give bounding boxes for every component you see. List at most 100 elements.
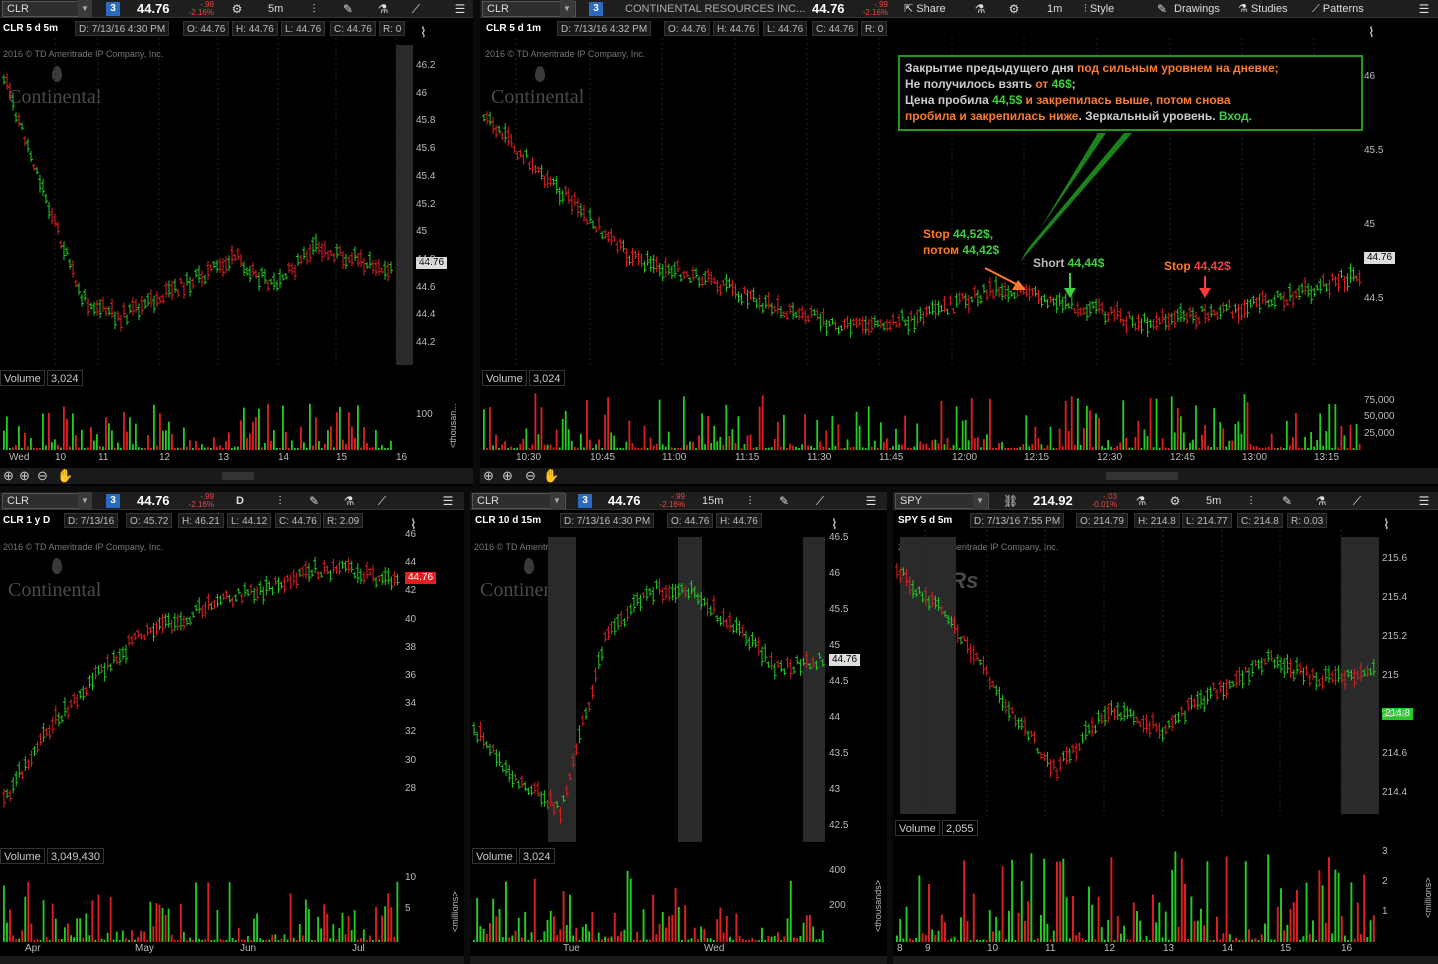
scrollbar-thumb[interactable] <box>1106 472 1178 480</box>
menu-icon[interactable]: ☰ <box>1416 492 1432 510</box>
symbol-dropdown-icon[interactable]: ▼ <box>973 492 987 510</box>
zoom-in-icon[interactable]: ⊕ <box>19 468 30 484</box>
link-group-icon[interactable]: 3 <box>578 494 592 508</box>
volume-bar <box>908 938 911 942</box>
flask-icon[interactable]: ⚗ <box>1133 492 1149 510</box>
scroll-bar[interactable] <box>0 956 464 964</box>
candle <box>923 586 928 606</box>
volume-bar <box>1046 923 1049 942</box>
scroll-bar[interactable]: ⊕ ⊕ ⊖ ✋ <box>480 468 1438 484</box>
symbol-dropdown-icon[interactable]: ▼ <box>550 492 564 510</box>
candle <box>172 613 177 631</box>
zoom-area-icon[interactable]: ⌇ <box>1383 516 1390 533</box>
pencil-icon[interactable]: ✎ <box>340 0 356 18</box>
volume-tick: 400 <box>829 865 846 876</box>
volume-bar <box>795 446 797 450</box>
volume-bar <box>1241 939 1244 942</box>
candle <box>310 569 315 577</box>
volume-bar <box>713 939 715 942</box>
style-icon[interactable]: ⫶ <box>306 0 322 18</box>
volume-bar <box>144 447 146 450</box>
zoom-out-icon[interactable]: ⊖ <box>37 468 48 484</box>
volume-bar <box>1001 866 1004 942</box>
symbol-dropdown-icon[interactable]: ▼ <box>78 492 92 510</box>
candle <box>340 560 345 569</box>
candle <box>383 567 388 586</box>
pencil-icon[interactable]: ✎ <box>1279 492 1295 510</box>
menu-icon[interactable]: ☰ <box>440 492 456 510</box>
scroll-bar[interactable] <box>470 956 887 964</box>
patterns-icon[interactable]: ⟋ <box>408 0 424 18</box>
scroll-bar[interactable]: ⊕ ⊕ ⊖ ✋ <box>0 468 473 484</box>
volume-tick: 50,000 <box>1364 411 1395 422</box>
candle <box>131 297 135 316</box>
volume-bar <box>1158 902 1161 942</box>
menu-icon[interactable]: ☰ <box>452 0 468 18</box>
patterns-icon[interactable]: ⟋ <box>374 492 390 510</box>
volume-bar <box>964 420 967 450</box>
candle <box>532 782 537 794</box>
candle <box>927 595 931 611</box>
zoom-out-icon[interactable]: ⊖ <box>525 468 536 484</box>
gear-icon[interactable]: ⚙ <box>1167 492 1183 510</box>
zoom-in-icon[interactable]: ⊕ <box>502 468 513 484</box>
zoom-in-icon[interactable]: ⊕ <box>483 468 494 484</box>
volume-bar <box>362 929 365 942</box>
info-low: L: 44.12 <box>227 513 272 528</box>
candle <box>491 744 496 754</box>
x-tick-label: 16 <box>396 452 408 463</box>
candle <box>1355 670 1360 681</box>
volume-bar <box>1017 912 1020 942</box>
menu-icon[interactable]: ☰ <box>863 492 879 510</box>
candle <box>552 801 556 816</box>
pencil-icon[interactable]: ✎ <box>776 492 792 510</box>
zoom-in-icon[interactable]: ⊕ <box>3 468 14 484</box>
volume-bar <box>912 939 914 942</box>
style-icon[interactable]: ⫶ <box>1243 492 1259 510</box>
volume-bar <box>240 939 243 942</box>
volume-bar <box>146 939 149 942</box>
timeframe-button[interactable]: 15m <box>702 492 723 510</box>
volume-bar <box>387 447 389 450</box>
candle <box>251 262 255 277</box>
volume-bar <box>564 410 567 450</box>
gear-icon[interactable]: ⚙ <box>228 0 246 18</box>
link-group-icon[interactable]: 3 <box>106 2 120 16</box>
volume-bar <box>597 932 600 942</box>
volume-bar <box>126 431 128 450</box>
timeframe-button[interactable]: 5m <box>268 0 283 18</box>
volume-label: Volume <box>472 848 517 864</box>
hand-icon[interactable]: ✋ <box>543 468 559 484</box>
x-tick-label: 14 <box>278 452 290 463</box>
volume-bar <box>661 912 664 942</box>
candle <box>313 556 318 573</box>
patterns-icon[interactable]: ⟋ <box>1349 492 1365 510</box>
volume-bar <box>75 435 77 450</box>
candle <box>249 583 254 595</box>
pencil-icon[interactable]: ✎ <box>306 492 322 510</box>
y-tick-label: 44.2 <box>416 337 436 348</box>
symbol-dropdown-icon[interactable]: ▼ <box>78 0 92 18</box>
scrollbar-thumb[interactable] <box>222 472 254 480</box>
flask-icon[interactable]: ⚗ <box>1313 492 1329 510</box>
zoom-area-icon[interactable]: ⌇ <box>831 516 838 533</box>
candle <box>478 721 483 742</box>
timeframe-button[interactable]: 5m <box>1206 492 1221 510</box>
zoom-area-icon[interactable]: ⌇ <box>420 24 427 41</box>
hand-icon[interactable]: ✋ <box>57 468 73 484</box>
patterns-icon[interactable]: ⟋ <box>812 492 828 510</box>
style-icon[interactable]: ⫶ <box>742 492 758 510</box>
flask-icon[interactable]: ⚗ <box>375 0 391 18</box>
candle <box>368 567 372 576</box>
style-icon[interactable]: ⫶ <box>272 492 288 510</box>
volume-tick: 5 <box>405 903 411 914</box>
volume-bar <box>1299 939 1302 942</box>
link-icon[interactable]: ⛓ <box>1003 492 1018 510</box>
timeframe-button[interactable]: D <box>236 492 244 510</box>
link-group-icon[interactable]: 3 <box>106 494 120 508</box>
volume-bar <box>1123 925 1126 942</box>
flask-icon[interactable]: ⚗ <box>341 492 357 510</box>
scroll-bar[interactable] <box>893 956 1438 964</box>
candle <box>125 314 129 325</box>
volume-bar <box>589 439 591 450</box>
